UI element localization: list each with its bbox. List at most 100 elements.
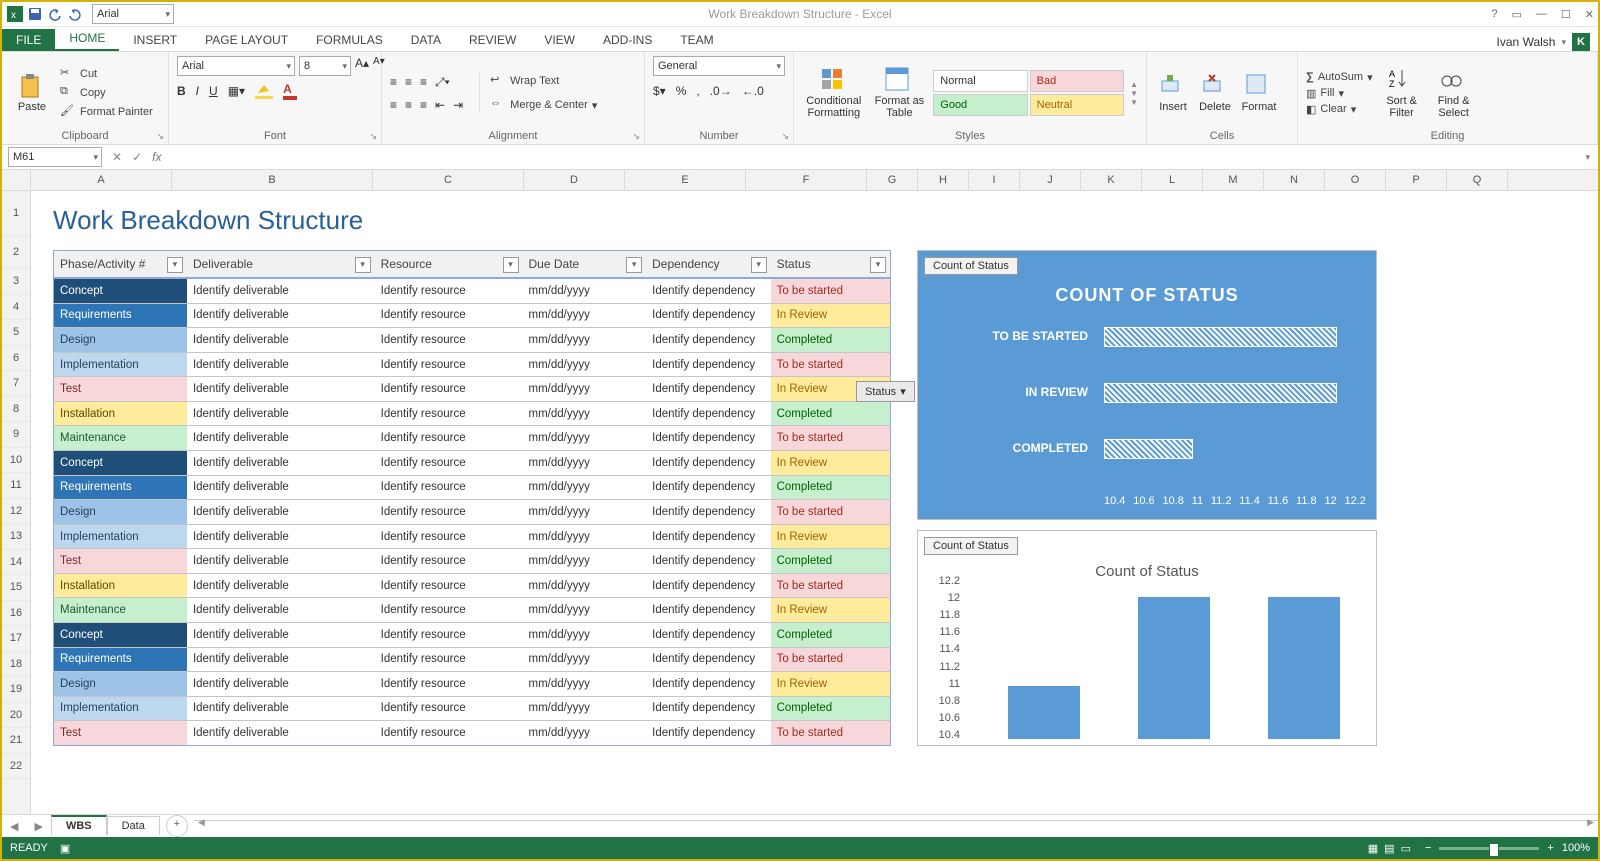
col-status[interactable]: Status▾ — [771, 251, 891, 279]
cell[interactable]: Identify deliverable — [187, 622, 375, 647]
gallery-up-icon[interactable]: ▲ — [1130, 80, 1138, 89]
cut-button[interactable]: ✂Cut — [60, 66, 153, 82]
orientation-icon[interactable]: ⤢▾ — [435, 75, 450, 90]
cell[interactable]: Identify dependency — [646, 328, 770, 353]
cell[interactable]: mm/dd/yyyy — [523, 647, 647, 672]
add-sheet-button[interactable]: + — [166, 815, 188, 837]
sheet-nav-next-icon[interactable]: ▶ — [26, 820, 50, 833]
table-row[interactable]: TestIdentify deliverableIdentify resourc… — [54, 377, 891, 402]
expand-formula-bar-icon[interactable]: ▾ — [1577, 152, 1598, 163]
cell[interactable]: Identify deliverable — [187, 598, 375, 623]
cell[interactable]: Identify deliverable — [187, 451, 375, 476]
enter-formula-icon[interactable]: ✓ — [132, 150, 142, 164]
table-row[interactable]: DesignIdentify deliverableIdentify resou… — [54, 500, 891, 525]
comma-icon[interactable]: , — [696, 84, 699, 98]
cell[interactable]: mm/dd/yyyy — [523, 377, 647, 402]
tab-page-layout[interactable]: PAGE LAYOUT — [191, 29, 302, 51]
cell[interactable]: To be started — [771, 278, 891, 303]
row-header-13[interactable]: 13 — [2, 524, 30, 550]
fill-button[interactable]: ▥ Fill ▾ — [1306, 87, 1373, 100]
row-header-22[interactable]: 22 — [2, 754, 30, 780]
align-center-icon[interactable]: ≡ — [405, 98, 412, 112]
table-row[interactable]: InstallationIdentify deliverableIdentify… — [54, 401, 891, 426]
cell[interactable]: Identify deliverable — [187, 303, 375, 328]
format-cells-button[interactable]: Format — [1239, 73, 1279, 113]
dialog-launcher-icon[interactable]: ↘ — [369, 131, 377, 142]
row-header-1[interactable]: 1 — [2, 191, 30, 236]
cell[interactable]: Identify dependency — [646, 573, 770, 598]
cell[interactable]: Identify resource — [375, 524, 523, 549]
filter-dropdown-icon[interactable]: ▾ — [626, 257, 642, 273]
name-box[interactable]: M61 — [8, 147, 102, 167]
filter-dropdown-icon[interactable]: ▾ — [355, 257, 371, 273]
cell[interactable]: Identify resource — [375, 451, 523, 476]
table-row[interactable]: ConceptIdentify deliverableIdentify reso… — [54, 622, 891, 647]
cell[interactable]: Identify resource — [375, 377, 523, 402]
cell[interactable]: Requirements — [54, 303, 187, 328]
row-header-7[interactable]: 7 — [2, 371, 30, 397]
cell[interactable]: In Review — [771, 598, 891, 623]
cell[interactable]: Identify deliverable — [187, 721, 375, 746]
cell[interactable]: Requirements — [54, 475, 187, 500]
cell[interactable]: Identify resource — [375, 352, 523, 377]
cell[interactable]: mm/dd/yyyy — [523, 549, 647, 574]
cell[interactable]: Identify dependency — [646, 500, 770, 525]
row-header-3[interactable]: 3 — [2, 269, 30, 295]
zoom-level[interactable]: 100% — [1562, 842, 1590, 854]
cell[interactable]: To be started — [771, 647, 891, 672]
cell[interactable]: Identify deliverable — [187, 647, 375, 672]
find-select-button[interactable]: Find & Select — [1431, 67, 1477, 119]
table-row[interactable]: MaintenanceIdentify deliverableIdentify … — [54, 426, 891, 451]
col-header-G[interactable]: G — [867, 170, 918, 190]
row-header-18[interactable]: 18 — [2, 652, 30, 678]
col-phase-activity-[interactable]: Phase/Activity #▾ — [54, 251, 187, 279]
dialog-launcher-icon[interactable]: ↘ — [632, 131, 640, 142]
clear-button[interactable]: ◧ Clear ▾ — [1306, 103, 1373, 116]
wrap-text-button[interactable]: ↩Wrap Text — [490, 73, 597, 89]
worksheet[interactable]: Work Breakdown Structure Phase/Activity … — [31, 191, 1598, 814]
close-icon[interactable]: ✕ — [1585, 8, 1594, 21]
cell[interactable]: mm/dd/yyyy — [523, 524, 647, 549]
fill-color-button[interactable] — [255, 83, 273, 99]
view-normal-icon[interactable]: ▦ — [1368, 842, 1378, 855]
col-resource[interactable]: Resource▾ — [375, 251, 523, 279]
tab-file[interactable]: FILE — [2, 29, 55, 51]
indent-inc-icon[interactable]: ⇥ — [453, 98, 463, 112]
sheet-tab-wbs[interactable]: WBS — [51, 815, 107, 835]
zoom-out-icon[interactable]: − — [1425, 842, 1431, 854]
row-header-9[interactable]: 9 — [2, 422, 30, 448]
cell[interactable]: Identify dependency — [646, 377, 770, 402]
gallery-more-icon[interactable]: ▼ — [1130, 98, 1138, 107]
cell[interactable]: Identify dependency — [646, 647, 770, 672]
chart2-chip[interactable]: Count of Status — [924, 537, 1018, 555]
cell[interactable]: To be started — [771, 721, 891, 746]
font-select[interactable]: Arial — [177, 56, 295, 76]
cell[interactable]: Identify resource — [375, 647, 523, 672]
user-name[interactable]: Ivan Walsh — [1497, 35, 1556, 49]
paste-button[interactable]: Paste — [10, 73, 54, 113]
format-as-table-button[interactable]: Format as Table — [872, 67, 928, 119]
cell[interactable]: Concept — [54, 622, 187, 647]
filter-dropdown-icon[interactable]: ▾ — [167, 257, 183, 273]
cell[interactable]: mm/dd/yyyy — [523, 278, 647, 303]
cell[interactable]: Identify resource — [375, 278, 523, 303]
row-header-19[interactable]: 19 — [2, 677, 30, 703]
cell[interactable]: Identify deliverable — [187, 524, 375, 549]
cell[interactable]: Identify resource — [375, 696, 523, 721]
cell[interactable]: Test — [54, 721, 187, 746]
tab-view[interactable]: VIEW — [530, 29, 589, 51]
col-header-B[interactable]: B — [172, 170, 373, 190]
percent-icon[interactable]: % — [676, 84, 687, 98]
cell[interactable]: Test — [54, 377, 187, 402]
col-header-J[interactable]: J — [1020, 170, 1081, 190]
dialog-launcher-icon[interactable]: ↘ — [781, 131, 789, 142]
cell[interactable]: In Review — [771, 524, 891, 549]
decrease-decimal-icon[interactable]: ←.0 — [742, 84, 764, 98]
cell[interactable]: Identify resource — [375, 401, 523, 426]
currency-icon[interactable]: $▾ — [653, 84, 666, 98]
cell[interactable]: Completed — [771, 475, 891, 500]
increase-font-icon[interactable]: A▴ — [355, 56, 369, 76]
cell[interactable]: Design — [54, 500, 187, 525]
row-header-5[interactable]: 5 — [2, 320, 30, 346]
table-row[interactable]: DesignIdentify deliverableIdentify resou… — [54, 672, 891, 697]
